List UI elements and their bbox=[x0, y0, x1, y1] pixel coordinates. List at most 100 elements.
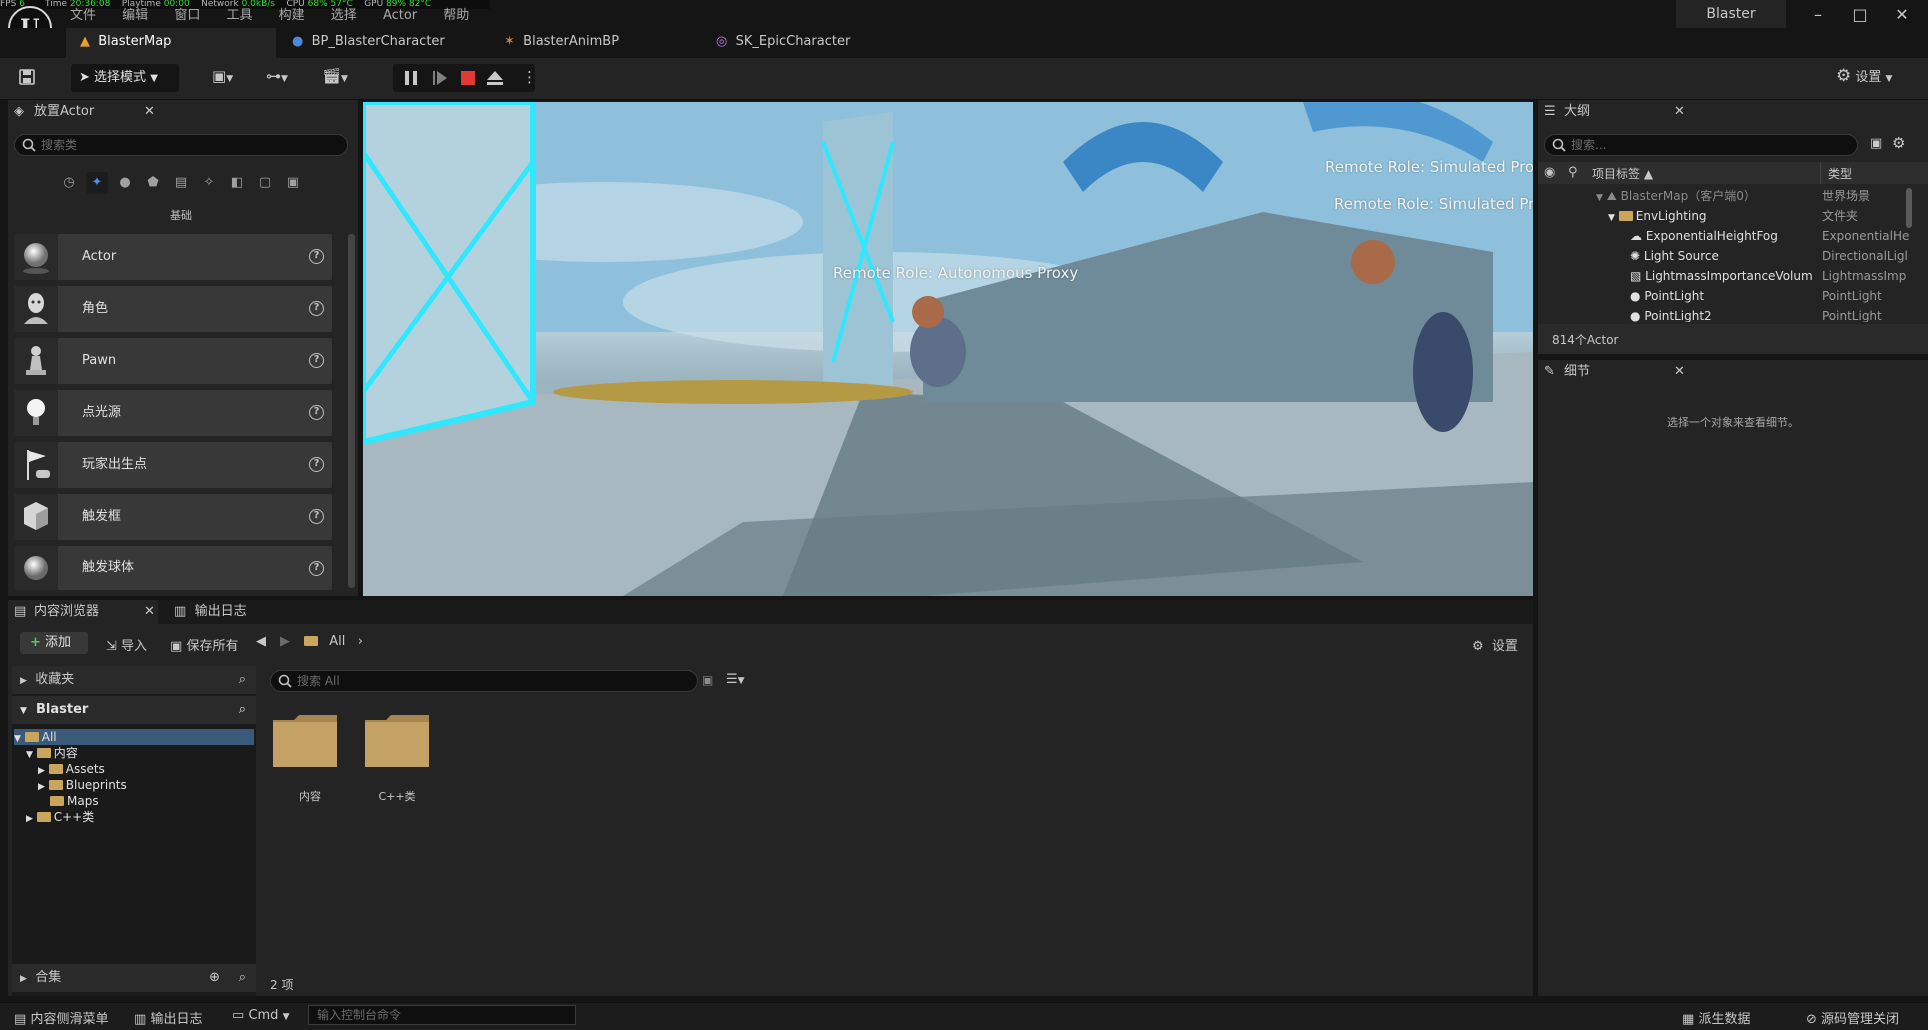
tree-item-all[interactable]: ▼ All bbox=[14, 729, 254, 745]
help-icon[interactable]: ? bbox=[309, 249, 324, 264]
volumes-icon[interactable]: ▢ bbox=[254, 172, 276, 194]
geometry-icon[interactable]: ◧ bbox=[226, 172, 248, 194]
add-collection-icon[interactable]: ⊕ bbox=[209, 964, 220, 992]
cmd-dropdown[interactable]: ▭ Cmd ▼ bbox=[232, 1008, 290, 1023]
menu-window[interactable]: 窗口 bbox=[174, 8, 200, 23]
tab-outliner[interactable]: ☰ 大纲 bbox=[1538, 100, 1694, 124]
folder-tile-content[interactable] bbox=[272, 712, 338, 772]
menu-edit[interactable]: 编辑 bbox=[122, 8, 148, 23]
tree-item-assets[interactable]: ▶ Assets bbox=[38, 761, 280, 777]
source-control-button[interactable]: ⊘ 源码管理关闭 bbox=[1806, 1008, 1899, 1027]
menu-build[interactable]: 构建 bbox=[279, 8, 305, 23]
gear-icon[interactable]: ⚙ bbox=[1892, 134, 1905, 152]
actor-item-trigger-sphere[interactable]: 触发球体 ? bbox=[14, 546, 332, 590]
history-back-icon[interactable]: ◀ bbox=[256, 634, 266, 649]
visual-effects-icon[interactable]: ✧ bbox=[198, 172, 220, 194]
content-browser-settings-button[interactable]: ⚙ 设置 bbox=[1472, 635, 1518, 654]
type-column[interactable]: 类型 bbox=[1828, 165, 1852, 182]
history-forward-icon[interactable]: ▶ bbox=[280, 634, 290, 649]
help-icon[interactable]: ? bbox=[309, 405, 324, 420]
blueprint-menu-button[interactable]: ⊶▼ bbox=[266, 67, 288, 85]
outliner-row[interactable]: ● PointLight2 PointLight bbox=[1538, 306, 1916, 322]
place-actors-scrollbar[interactable] bbox=[348, 234, 355, 588]
outliner-row[interactable]: ✺ Light Source DirectionalLigl bbox=[1538, 246, 1916, 266]
more-options-icon[interactable]: ⋮ bbox=[522, 68, 537, 86]
help-icon[interactable]: ? bbox=[309, 353, 324, 368]
stop-icon[interactable] bbox=[460, 70, 476, 90]
help-icon[interactable]: ? bbox=[309, 561, 324, 576]
item-label-column[interactable]: 项目标签 ▲ bbox=[1592, 165, 1653, 182]
basic-category-icon[interactable]: ✦ bbox=[86, 172, 108, 194]
tab-place-actors[interactable]: ◈ 放置Actor bbox=[8, 100, 164, 124]
help-icon[interactable]: ? bbox=[309, 509, 324, 524]
tree-item-maps[interactable]: Maps bbox=[50, 793, 292, 809]
tree-item-cpp-classes[interactable]: ▶ C++类 bbox=[26, 809, 268, 825]
folder-tile-cpp-classes[interactable] bbox=[364, 712, 430, 768]
shapes-icon[interactable]: ⬟ bbox=[142, 172, 164, 194]
mode-select-dropdown[interactable]: ➤ 选择模式 ▼ bbox=[71, 64, 179, 92]
cinematic-icon[interactable]: ▤ bbox=[170, 172, 192, 194]
close-icon[interactable]: ✕ bbox=[144, 104, 155, 119]
search-icon[interactable]: ⌕ bbox=[239, 696, 246, 724]
lights-icon[interactable]: ● bbox=[114, 172, 136, 194]
close-icon[interactable]: ✕ bbox=[144, 604, 155, 619]
outliner-row[interactable]: ☁ ExponentialHeightFog ExponentialHe bbox=[1538, 226, 1916, 246]
save-all-button[interactable]: ▣ 保存所有 bbox=[170, 635, 238, 654]
help-icon[interactable]: ? bbox=[309, 457, 324, 472]
outliner-scrollbar[interactable] bbox=[1906, 188, 1912, 228]
recent-icon[interactable]: ◷ bbox=[58, 172, 80, 194]
visibility-eye-icon[interactable]: ◉ bbox=[1544, 165, 1555, 180]
menu-file[interactable]: 文件 bbox=[70, 8, 96, 23]
close-window-button[interactable]: ✕ bbox=[1880, 2, 1924, 28]
step-frame-icon[interactable] bbox=[432, 70, 448, 90]
tree-item-content[interactable]: ▼ 内容 bbox=[26, 745, 268, 761]
actor-item-character[interactable]: 角色 ? bbox=[14, 286, 332, 332]
search-icon[interactable]: ⌕ bbox=[239, 666, 246, 694]
tree-item-blueprints[interactable]: ▶ Blueprints bbox=[38, 777, 280, 793]
menu-tools[interactable]: 工具 bbox=[226, 8, 252, 23]
filter-button[interactable]: ☰▼ bbox=[726, 672, 745, 687]
breadcrumb-all[interactable]: All bbox=[329, 634, 345, 649]
actor-item-actor[interactable]: Actor ? bbox=[14, 234, 332, 280]
save-icon[interactable] bbox=[18, 68, 36, 90]
favorites-section[interactable]: ▶ 收藏夹 ⌕ bbox=[12, 666, 256, 694]
actor-item-pawn[interactable]: Pawn ? bbox=[14, 338, 332, 384]
collections-section[interactable]: ▶ 合集 ⊕ ⌕ bbox=[12, 964, 256, 992]
actor-item-point-light[interactable]: 点光源 ? bbox=[14, 390, 332, 436]
actor-item-player-start[interactable]: 玩家出生点 ? bbox=[14, 442, 332, 488]
add-button[interactable]: + 添加 bbox=[20, 632, 88, 654]
derived-data-button[interactable]: ▦ 派生数据 bbox=[1682, 1008, 1750, 1027]
outliner-row[interactable]: ● PointLight PointLight bbox=[1538, 286, 1916, 306]
asset-search-input[interactable]: 搜索 All bbox=[270, 670, 698, 692]
output-log-button[interactable]: ▥ 输出日志 bbox=[134, 1008, 202, 1027]
add-content-button[interactable]: ▣▼ bbox=[212, 67, 233, 85]
outliner-search-input[interactable]: 搜索... bbox=[1544, 134, 1858, 156]
tab-content-browser[interactable]: ▤ 内容浏览器 bbox=[8, 600, 158, 624]
menu-help[interactable]: 帮助 bbox=[443, 8, 469, 23]
menu-select[interactable]: 选择 bbox=[331, 8, 357, 23]
tab-bp-blastercharacter[interactable]: ● BP_BlasterCharacter bbox=[278, 28, 488, 58]
tab-blastermap[interactable]: ▲ BlasterMap bbox=[66, 28, 276, 58]
save-search-icon[interactable]: ▣ bbox=[702, 673, 713, 687]
close-icon[interactable]: ✕ bbox=[1674, 104, 1685, 119]
import-button[interactable]: ⇲ 导入 bbox=[106, 635, 147, 654]
level-viewport[interactable]: Remote Role: Simulated Proxy Remote Role… bbox=[363, 102, 1533, 596]
add-folder-icon[interactable]: ▣ bbox=[1870, 136, 1882, 151]
place-actors-search-input[interactable]: 搜索类 bbox=[14, 134, 348, 156]
minimize-button[interactable]: – bbox=[1796, 2, 1840, 28]
cinematics-button[interactable]: 🎬︎▼ bbox=[322, 67, 348, 85]
console-input[interactable]: 输入控制台命令 bbox=[308, 1005, 576, 1025]
maximize-button[interactable]: □ bbox=[1838, 2, 1882, 28]
content-drawer-button[interactable]: ▤ 内容侧滑菜单 bbox=[14, 1008, 108, 1027]
outliner-row[interactable]: ▼ ⛰ BlasterMap（客户端0） 世界场景 bbox=[1538, 186, 1916, 206]
pin-icon[interactable]: ⚲ bbox=[1568, 165, 1578, 180]
tab-sk-epiccharacter[interactable]: ◎ SK_EpicCharacter bbox=[702, 28, 912, 58]
help-icon[interactable]: ? bbox=[309, 301, 324, 316]
project-section[interactable]: ▼ Blaster ⌕ bbox=[12, 696, 256, 724]
tab-output-log[interactable]: ▥ 输出日志 bbox=[174, 600, 247, 624]
outliner-row[interactable]: ▧ LightmassImportanceVolum LightmassImp bbox=[1538, 266, 1916, 286]
search-icon[interactable]: ⌕ bbox=[239, 964, 246, 992]
all-classes-icon[interactable]: ▣ bbox=[282, 172, 304, 194]
pause-icon[interactable] bbox=[404, 70, 418, 90]
menu-actor[interactable]: Actor bbox=[383, 8, 417, 23]
